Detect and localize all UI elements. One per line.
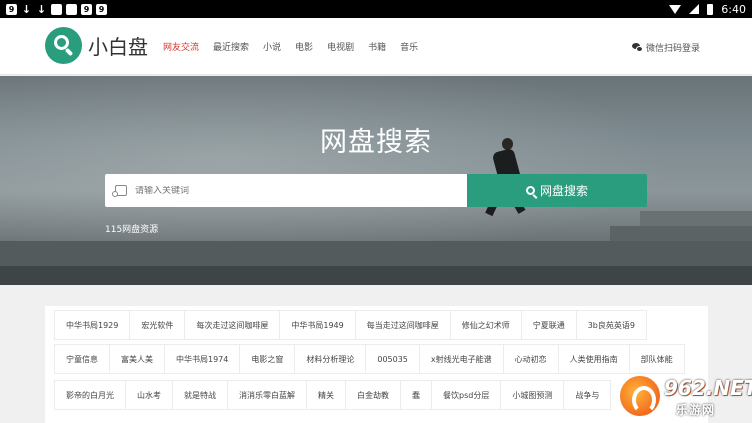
tag-item[interactable]: 就是特战	[172, 380, 228, 410]
tag-item[interactable]: 电影之窗	[239, 344, 296, 374]
app-notification-icon: 9	[81, 3, 92, 15]
search-button[interactable]: 网盘搜索	[467, 174, 647, 207]
login-label: 微信扫码登录	[645, 44, 700, 54]
notification-icons: 9 ↓ ↓ 9 9	[6, 2, 107, 16]
tag-item[interactable]: 每当走过这间咖啡屋	[354, 310, 451, 340]
nav-item-recent-search[interactable]: 最近搜索	[213, 40, 249, 53]
tag-item[interactable]: 部队体能	[628, 344, 685, 374]
search-logo-icon	[45, 27, 82, 64]
tag-item[interactable]: 修仙之幻术师	[449, 310, 522, 340]
tag-item[interactable]: 3b良苑英语9	[575, 310, 647, 340]
nav-item-music[interactable]: 音乐	[400, 40, 418, 53]
watermark-brand: 962.NET	[664, 376, 752, 400]
wifi-icon	[669, 4, 682, 14]
status-bar: 9 ↓ ↓ 9 9 6:40	[0, 0, 752, 18]
tag-item[interactable]: 中华书局1949	[279, 310, 356, 340]
tag-item[interactable]: 中华书局1929	[54, 310, 131, 340]
resource-link[interactable]: 115网盘资源	[105, 222, 158, 235]
search-input[interactable]	[135, 185, 435, 196]
tag-item[interactable]: 人类使用指南	[557, 344, 630, 374]
hot-tags-panel: 中华书局1929 宏光软件 每次走过这间咖啡屋 中华书局1949 每当走过这间咖…	[45, 306, 708, 423]
wechat-login-button[interactable]: 微信扫码登录	[631, 41, 700, 54]
tag-item[interactable]: 材料分析理论	[294, 344, 367, 374]
logo-text: 小白盘	[88, 35, 148, 59]
app-notification-icon: 9	[96, 3, 107, 15]
battery-icon	[707, 3, 714, 15]
tags-row: 宁童信息 富美人美 中华书局1974 电影之窗 材料分析理论 005035 x射…	[54, 344, 685, 374]
nav-item-movies[interactable]: 电影	[295, 40, 313, 53]
clock: 6:40	[721, 2, 746, 16]
tag-item[interactable]: 山水考	[125, 380, 173, 410]
tag-item[interactable]: 宏光软件	[129, 310, 186, 340]
site-header: 小白盘 网友交流 最近搜索 小说 电影 电视剧 书籍 音乐 微信扫码登录	[0, 18, 752, 75]
nav-item-novels[interactable]: 小说	[263, 40, 281, 53]
tag-item[interactable]: 宁童信息	[54, 344, 110, 374]
search-button-label: 网盘搜索	[539, 184, 588, 198]
main-nav: 网友交流 最近搜索 小说 电影 电视剧 书籍 音乐	[163, 18, 432, 75]
tag-item[interactable]: 心动初恋	[502, 344, 559, 374]
tag-item[interactable]: 宁夏联通	[520, 310, 577, 340]
wechat-icon	[631, 43, 643, 52]
app-notification-icon: 9	[6, 3, 17, 15]
search-icon	[525, 186, 535, 195]
search-box[interactable]	[105, 174, 467, 207]
tag-item[interactable]: x射线光电子能谱	[418, 344, 504, 374]
tag-item[interactable]: 影帝的白月光	[54, 380, 126, 410]
site-logo[interactable]: 小白盘	[45, 27, 148, 64]
tag-item[interactable]: 消消乐零白蓝解	[227, 380, 307, 410]
app-notification-icon	[66, 3, 77, 15]
tag-item[interactable]: 战争与	[563, 380, 612, 410]
hero-banner: 网盘搜索 网盘搜索 115网盘资源	[0, 76, 752, 285]
nav-item-books[interactable]: 书籍	[368, 40, 386, 53]
tag-item[interactable]: 富美人美	[109, 344, 165, 374]
tag-item[interactable]: 005035	[365, 344, 420, 374]
watermark-logo-icon	[618, 374, 662, 418]
nav-item-forum[interactable]: 网友交流	[163, 40, 199, 53]
tag-item[interactable]: 白金劫教	[345, 380, 401, 410]
tag-item[interactable]: 餐饮psd分层	[431, 380, 502, 410]
hero-title: 网盘搜索	[320, 127, 432, 158]
watermark-sub: 乐游网	[676, 403, 716, 417]
tag-item[interactable]: 精关	[306, 380, 346, 410]
site-watermark: 962.NET 乐游网	[618, 374, 752, 420]
nav-item-tv-series[interactable]: 电视剧	[327, 40, 354, 53]
signal-icon	[689, 4, 700, 14]
tags-row: 中华书局1929 宏光软件 每次走过这间咖啡屋 中华书局1949 每当走过这间咖…	[54, 310, 647, 340]
tag-item[interactable]: 中华书局1974	[164, 344, 241, 374]
download-icon: ↓	[36, 2, 47, 16]
tag-item[interactable]: 小城图预测	[500, 380, 565, 410]
cloud-drive-icon	[112, 185, 127, 197]
tag-item[interactable]: 每次走过这间咖啡屋	[184, 310, 281, 340]
download-icon: ↓	[21, 2, 32, 16]
app-notification-icon	[51, 3, 62, 15]
tags-row: 影帝的白月光 山水考 就是特战 消消乐零白蓝解 精关 白金劫教 蠢 餐饮psd分…	[54, 380, 612, 410]
tag-item[interactable]: 蠢	[400, 380, 432, 410]
